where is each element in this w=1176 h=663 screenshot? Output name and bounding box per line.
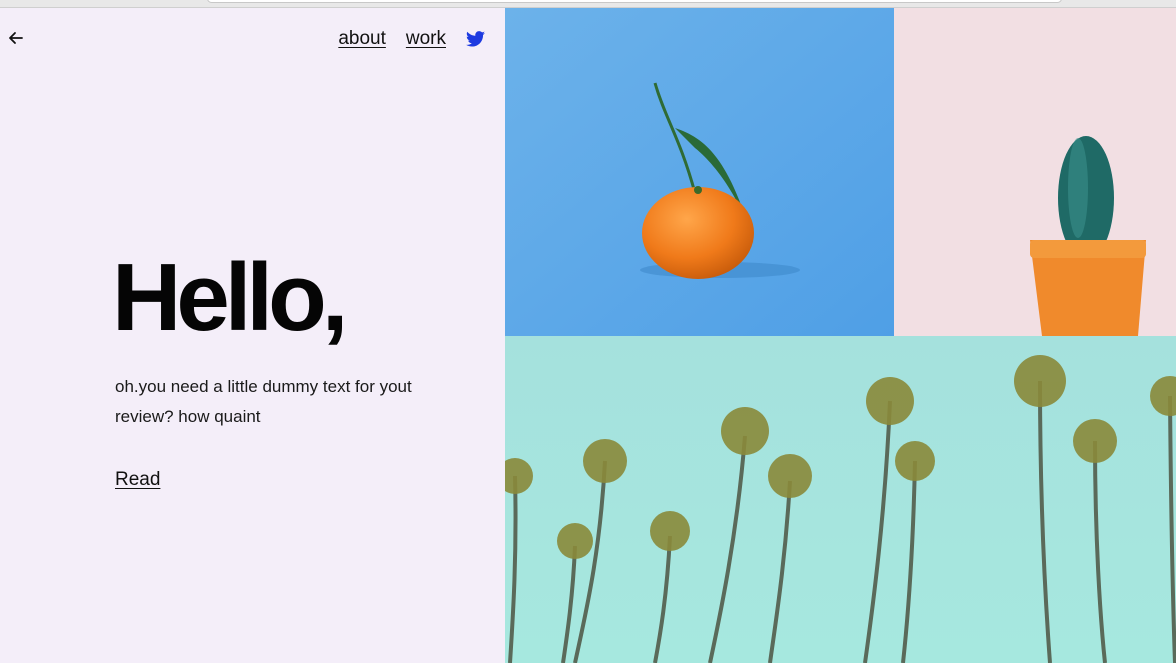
address-bar[interactable]	[207, 0, 1062, 3]
cactus-photo[interactable]	[894, 8, 1176, 336]
palm-trees-photo[interactable]	[505, 336, 1176, 663]
hero-description: oh.you need a little dummy text for yout…	[115, 377, 412, 426]
top-nav: about work	[338, 28, 485, 50]
arrow-left-icon[interactable]	[6, 28, 26, 48]
nav-link-about[interactable]: about	[338, 28, 386, 50]
nav-link-work[interactable]: work	[406, 28, 446, 50]
hero-title: Hello,	[112, 244, 348, 351]
left-pane: about work Hello, oh.you need a little d…	[0, 8, 505, 663]
orange-photo[interactable]	[505, 8, 894, 336]
twitter-icon[interactable]	[466, 31, 485, 47]
read-link[interactable]: Read	[115, 469, 160, 491]
browser-chrome-strip	[0, 0, 1176, 8]
